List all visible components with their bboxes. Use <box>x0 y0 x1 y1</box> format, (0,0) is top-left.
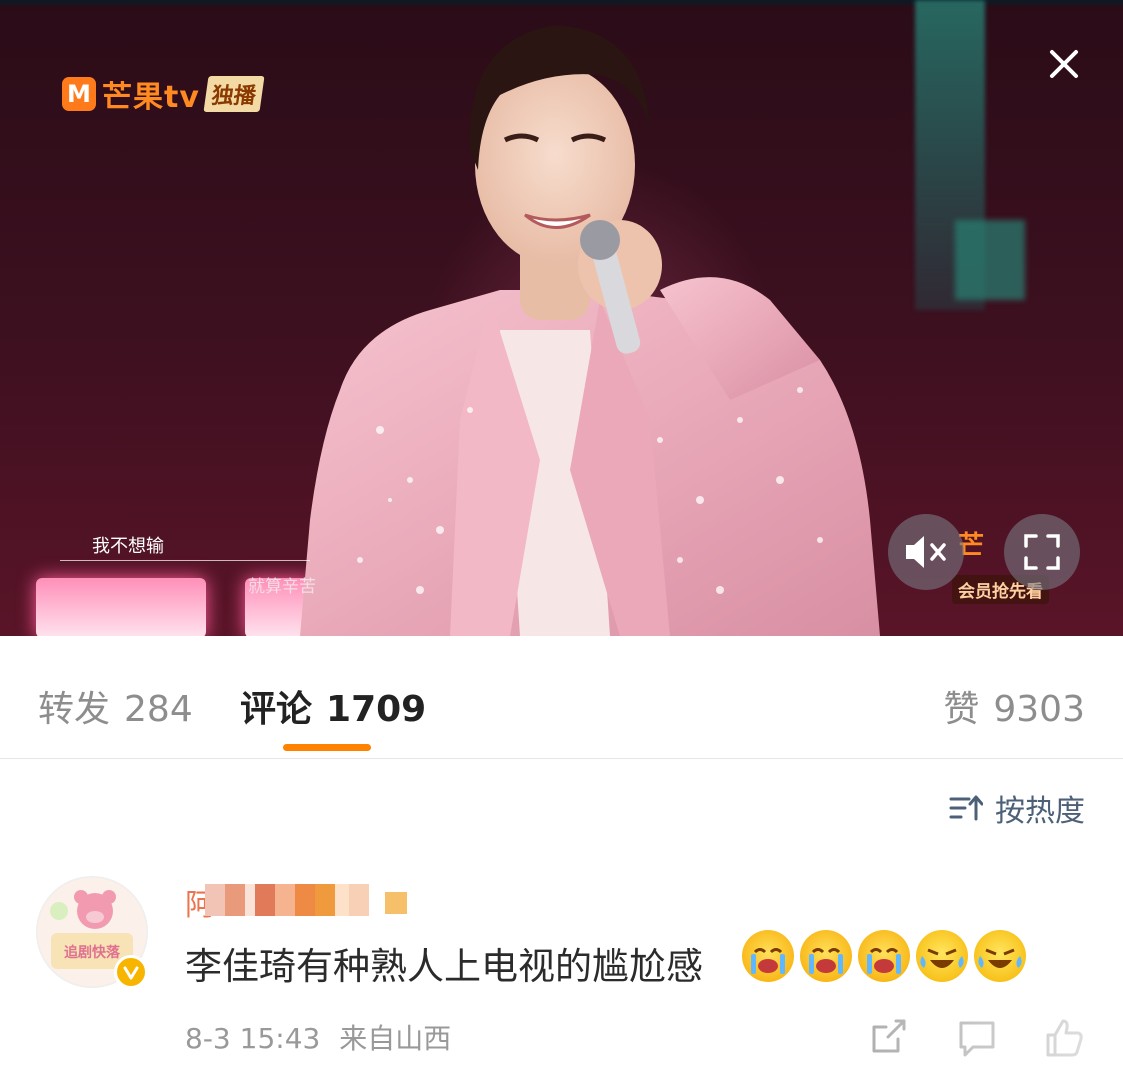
avatar-text: 追剧快落 <box>64 944 121 961</box>
post-stats-tabs: 转发 284 评论 1709 赞 9303 <box>0 660 1123 758</box>
username-redaction <box>205 884 407 916</box>
mute-icon <box>906 536 946 568</box>
laughing-tears-emoji-icon <box>974 930 1026 982</box>
stage-light-beam <box>955 220 1025 300</box>
exclusive-badge: 独播 <box>203 76 265 112</box>
mango-tv-logo: M 芒果tv 独播 <box>62 72 265 116</box>
tab-like-count: 9303 <box>993 689 1085 730</box>
tab-repost[interactable]: 转发 284 <box>38 680 193 732</box>
logo-mark: M <box>62 77 96 111</box>
tab-like[interactable]: 赞 9303 <box>943 680 1085 732</box>
like-icon <box>1046 1019 1083 1057</box>
tab-comment[interactable]: 评论 1709 <box>240 680 426 732</box>
stage-light <box>36 578 206 636</box>
checkmark-icon <box>123 966 139 980</box>
comment-time: 15:43 <box>239 1022 321 1055</box>
like-button[interactable] <box>1042 1015 1086 1059</box>
tab-repost-count: 284 <box>124 689 193 730</box>
tab-comment-label: 评论 <box>240 689 313 730</box>
sort-toggle[interactable]: 按热度 <box>949 786 1085 830</box>
comment-emojis <box>742 930 1026 982</box>
fullscreen-icon <box>1024 534 1060 570</box>
video-player[interactable]: M 芒果tv 独播 我不想输 就算辛苦 芒 会员抢先看 <box>0 0 1123 636</box>
crying-emoji-icon <box>800 930 852 982</box>
tab-comment-count: 1709 <box>326 689 427 730</box>
comment-location: 来自山西 <box>339 1022 452 1055</box>
comment-date: 8-3 <box>185 1022 231 1055</box>
crying-emoji-icon <box>742 930 794 982</box>
tabs-divider <box>0 758 1123 759</box>
tab-like-label: 赞 <box>943 689 980 730</box>
close-icon[interactable] <box>1040 40 1088 88</box>
laughing-tears-emoji-icon <box>916 930 968 982</box>
share-icon <box>872 1019 906 1053</box>
comment-meta: 8-3 15:43 来自山西 <box>185 1017 451 1057</box>
sort-icon <box>949 795 983 821</box>
crying-emoji-icon <box>858 930 910 982</box>
comment-icon <box>959 1021 995 1057</box>
mute-button[interactable] <box>888 514 964 590</box>
performer-image <box>300 25 880 636</box>
fullscreen-button[interactable] <box>1004 514 1080 590</box>
reply-button[interactable] <box>955 1015 999 1059</box>
comment-text: 李佳琦有种熟人上电视的尴尬感 <box>185 945 703 988</box>
logo-text: 芒果tv <box>102 80 200 115</box>
share-button[interactable] <box>866 1015 910 1059</box>
verified-badge-icon <box>114 955 148 989</box>
tab-repost-label: 转发 <box>38 689 111 730</box>
lyric-line-1: 我不想输 <box>92 536 164 557</box>
active-tab-indicator <box>283 744 371 751</box>
lyric-line-2: 就算辛苦 <box>248 577 316 597</box>
lyric-divider <box>60 560 310 561</box>
sort-label: 按热度 <box>995 794 1085 829</box>
